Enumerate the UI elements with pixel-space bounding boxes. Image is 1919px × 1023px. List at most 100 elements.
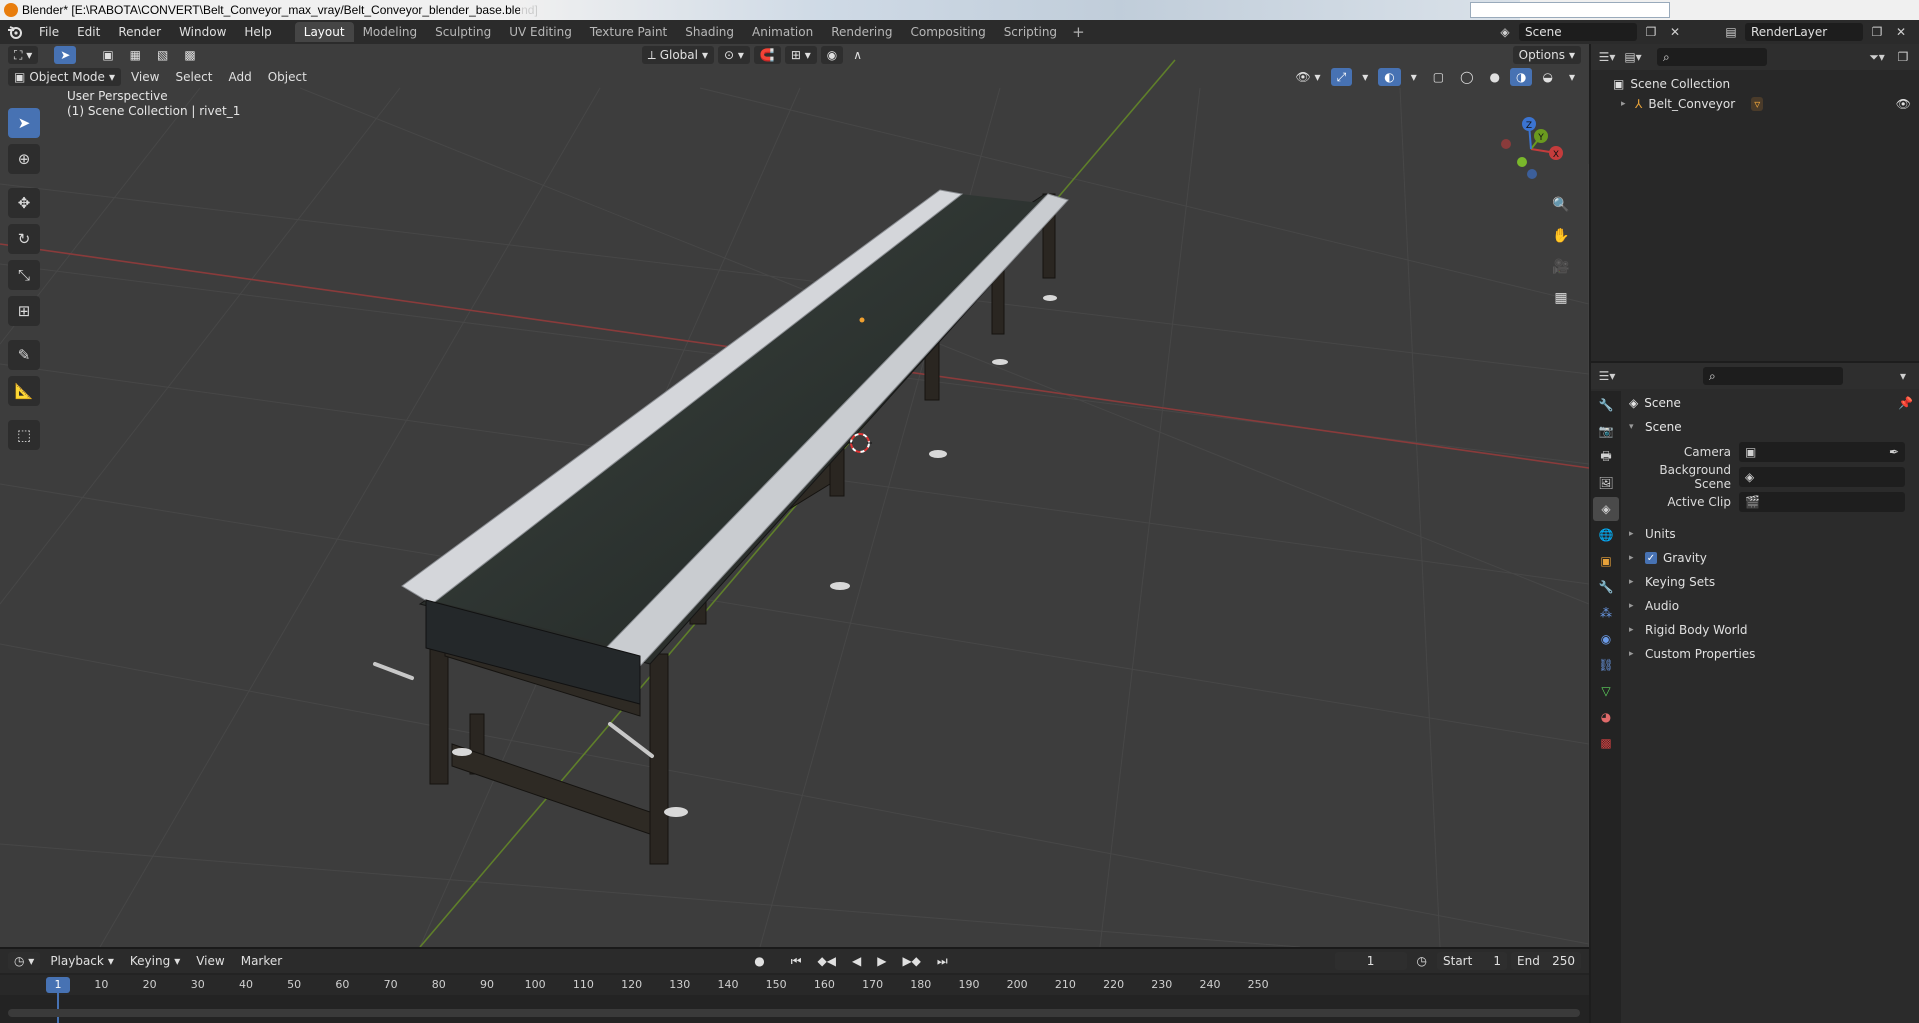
selection-mode-new-icon[interactable]: ▣ (96, 46, 119, 64)
object-tab-icon[interactable]: ▣ (1593, 549, 1619, 573)
tab-shading[interactable]: Shading (676, 22, 743, 42)
current-frame-indicator[interactable]: 1 (46, 977, 70, 993)
snap-toggle[interactable]: 🧲 (753, 46, 781, 64)
particles-tab-icon[interactable]: ⁂ (1593, 601, 1619, 625)
render-tab-icon[interactable]: 📷 (1593, 419, 1619, 443)
material-tab-icon[interactable]: ◕ (1593, 705, 1619, 729)
outliner-scene-collection[interactable]: ▣ Scene Collection (1591, 74, 1919, 94)
menu-select[interactable]: Select (169, 68, 218, 86)
playhead-line[interactable] (57, 993, 59, 1023)
outliner-item[interactable]: ▸ ⅄ Belt_Conveyor ▿ 👁 (1591, 94, 1919, 114)
snap-target-dropdown[interactable]: ⊞ ▾ (784, 46, 817, 64)
jump-end-icon[interactable]: ⏭ (931, 952, 954, 970)
playback-menu[interactable]: Playback ▾ (44, 952, 120, 970)
selection-mode-subtract-icon[interactable]: ▧ (151, 46, 174, 64)
properties-editor-type-icon[interactable]: ☰▾ (1597, 367, 1617, 385)
keying-menu[interactable]: Keying ▾ (124, 952, 186, 970)
new-collection-icon[interactable]: ❐ (1893, 48, 1913, 66)
tab-texture-paint[interactable]: Texture Paint (581, 22, 676, 42)
preview-range-icon[interactable]: ◷ (1411, 952, 1433, 970)
view-layer-browse-icon[interactable]: ▤ (1721, 23, 1741, 41)
select-box-tool-icon[interactable]: ➤ (8, 108, 40, 138)
xray-toggle-icon[interactable]: ▢ (1427, 68, 1450, 86)
new-scene-icon[interactable]: ❐ (1641, 23, 1661, 41)
gizmo-toggle[interactable]: ⤢ (1330, 68, 1353, 86)
new-view-layer-icon[interactable]: ❐ (1867, 23, 1887, 41)
modifier-tab-icon[interactable]: 🔧 (1593, 575, 1619, 599)
display-mode-icon[interactable]: ▤▾ (1623, 48, 1643, 66)
menu-edit[interactable]: Edit (68, 20, 109, 44)
cursor-tool-icon[interactable]: ⊕ (8, 144, 40, 174)
options-dropdown[interactable]: Options ▾ (1512, 46, 1581, 64)
menu-window[interactable]: Window (170, 20, 235, 44)
camera-field[interactable]: ▣ ✒ (1739, 441, 1905, 462)
properties-options-icon[interactable]: ▾ (1893, 367, 1913, 385)
menu-render[interactable]: Render (109, 20, 170, 44)
menu-view[interactable]: View (125, 68, 165, 86)
outliner-search-input[interactable]: ⌕ (1657, 48, 1767, 66)
shading-dropdown-icon[interactable]: ▾ (1563, 68, 1581, 86)
proportional-edit-toggle[interactable]: ◉ (820, 46, 844, 64)
prev-keyframe-icon[interactable]: ◆◀ (812, 952, 842, 970)
ortho-grid-icon[interactable]: ▦ (1548, 285, 1574, 311)
wireframe-shading-icon[interactable]: ◯ (1454, 68, 1479, 86)
tool-tab-icon[interactable]: 🔧 (1593, 393, 1619, 417)
material-preview-shading-icon[interactable]: ◑ (1510, 68, 1533, 86)
menu-add[interactable]: Add (222, 68, 257, 86)
scene-tab-icon[interactable]: ◈ (1593, 497, 1619, 521)
add-cube-tool-icon[interactable]: ⬚ (8, 420, 40, 450)
delete-view-layer-icon[interactable]: ✕ (1891, 23, 1911, 41)
jump-start-icon[interactable]: ⏮ (785, 952, 808, 970)
scene-browse-icon[interactable]: ◈ (1495, 23, 1515, 41)
gravity-checkbox[interactable]: ✓ (1645, 552, 1657, 564)
active-clip-field[interactable]: 🎬 (1739, 491, 1905, 512)
texture-tab-icon[interactable]: ▩ (1593, 731, 1619, 755)
delete-scene-icon[interactable]: ✕ (1665, 23, 1685, 41)
visibility-eye-icon[interactable]: 👁 (1896, 97, 1911, 111)
timeline-editor-type-icon[interactable]: ◷ ▾ (8, 952, 41, 970)
custom-properties-panel[interactable]: ▸ Custom Properties (1623, 642, 1919, 666)
pan-hand-icon[interactable]: ✋ (1548, 223, 1574, 249)
constraints-tab-icon[interactable]: ⛓ (1593, 653, 1619, 677)
scale-tool-icon[interactable]: ⤡ (8, 260, 40, 290)
outliner-editor-type-icon[interactable]: ☰▾ (1597, 48, 1617, 66)
move-tool-icon[interactable]: ✥ (8, 188, 40, 218)
current-frame-field[interactable]: 1 (1334, 952, 1407, 970)
rigid-body-world-panel[interactable]: ▸ Rigid Body World (1623, 618, 1919, 642)
start-frame-field[interactable]: Start 1 (1437, 952, 1507, 970)
editor-type-button[interactable]: ⛶ ▾ (8, 46, 39, 64)
add-workspace-icon[interactable]: + (1066, 23, 1091, 41)
marker-menu[interactable]: Marker (235, 952, 288, 970)
audio-panel[interactable]: ▸ Audio (1623, 594, 1919, 618)
menu-help[interactable]: Help (235, 20, 280, 44)
end-frame-field[interactable]: End 250 (1511, 952, 1581, 970)
timeline-view-menu[interactable]: View (190, 952, 230, 970)
transform-orientation-dropdown[interactable]: ⟂ Global ▾ (641, 46, 715, 64)
rotate-tool-icon[interactable]: ↻ (8, 224, 40, 254)
output-tab-icon[interactable]: 🖶 (1593, 445, 1619, 469)
properties-search-input[interactable]: ⌕ (1703, 367, 1843, 385)
modifier-badge-icon[interactable]: ▿ (1751, 97, 1764, 111)
rendered-shading-icon[interactable]: ◒ (1536, 68, 1558, 86)
tab-scripting[interactable]: Scripting (995, 22, 1066, 42)
physics-tab-icon[interactable]: ◉ (1593, 627, 1619, 651)
eyedropper-icon[interactable]: ✒ (1889, 445, 1899, 459)
tab-layout[interactable]: Layout (294, 22, 354, 42)
selection-mode-intersect-icon[interactable]: ▩ (178, 46, 201, 64)
blender-menu-icon[interactable] (0, 20, 30, 44)
gravity-panel[interactable]: ▸ ✓ Gravity (1623, 546, 1919, 570)
menu-object[interactable]: Object (262, 68, 313, 86)
selection-mode-extend-icon[interactable]: ▦ (124, 46, 147, 64)
view-layer-name-field[interactable]: RenderLayer (1745, 23, 1863, 41)
windows-search-box[interactable] (1470, 2, 1670, 18)
pivot-point-dropdown[interactable]: ⊙ ▾ (718, 46, 750, 64)
background-scene-field[interactable]: ◈ (1739, 466, 1905, 487)
play-reverse-icon[interactable]: ◀ (846, 952, 867, 970)
filter-icon[interactable]: ⏷▾ (1867, 48, 1887, 66)
overlays-toggle[interactable]: ◐ (1378, 68, 1401, 86)
proportional-falloff-icon[interactable]: ∧ (847, 46, 868, 64)
mode-dropdown[interactable]: ▣ Object Mode ▾ (8, 68, 121, 86)
next-keyframe-icon[interactable]: ▶◆ (896, 952, 926, 970)
tab-sculpting[interactable]: Sculpting (426, 22, 500, 42)
scene-panel-header[interactable]: ▾ Scene (1623, 415, 1919, 439)
